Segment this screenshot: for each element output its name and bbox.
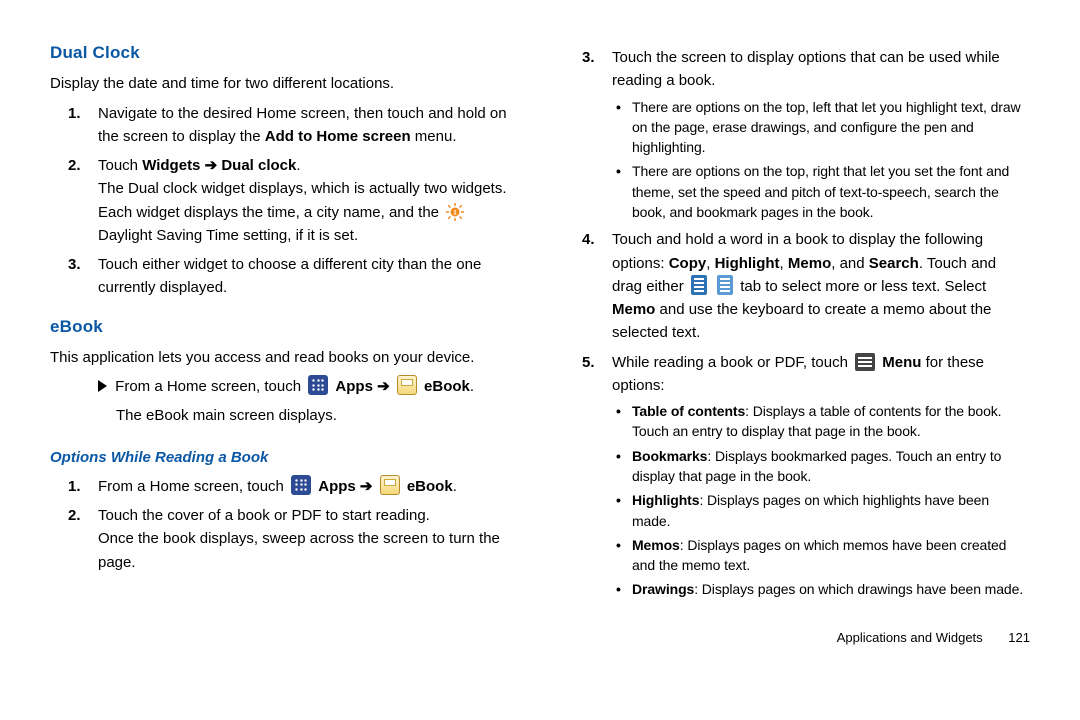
step-body: Once the book displays, sweep across the… <box>98 527 516 574</box>
step-text: Touch and hold a word in a book to displ… <box>612 231 996 341</box>
ebook-launch-body: The eBook main screen displays. <box>98 404 516 427</box>
list-item: 4. Touch and hold a word in a book to di… <box>564 228 1030 344</box>
options-steps: 1. From a Home screen, touch Apps ➔ eBoo… <box>50 475 516 574</box>
triangle-bullet-icon <box>98 380 107 392</box>
step-text: Touch the screen to display options that… <box>612 49 1000 89</box>
step-text: Touch either widget to choose a differen… <box>98 256 481 296</box>
sub-bullets: There are options on the top, left that … <box>612 97 1030 223</box>
menu-icon <box>855 353 875 371</box>
list-item: Table of contents: Displays a table of c… <box>612 401 1030 442</box>
dual-clock-intro: Display the date and time for two differ… <box>50 72 516 95</box>
page: Dual Clock Display the date and time for… <box>50 40 1030 648</box>
right-column: 3. Touch the screen to display options t… <box>564 40 1030 648</box>
dual-clock-steps: 1. Navigate to the desired Home screen, … <box>50 102 516 300</box>
options-steps-cont: 3. Touch the screen to display options t… <box>564 46 1030 600</box>
footer-section: Applications and Widgets <box>837 630 983 645</box>
list-item: There are options on the top, left that … <box>612 97 1030 158</box>
step-text: Navigate to the desired Home screen, the… <box>98 105 507 145</box>
list-item: Memos: Displays pages on which memos hav… <box>612 535 1030 576</box>
ebook-launch-step: From a Home screen, touch Apps ➔ eBook. … <box>50 375 516 428</box>
apps-icon <box>291 475 311 495</box>
ebook-icon <box>397 375 417 395</box>
list-item: Bookmarks: Displays bookmarked pages. To… <box>612 446 1030 487</box>
apps-icon <box>308 375 328 395</box>
step-text: From a Home screen, touch Apps ➔ eBook. <box>98 478 457 495</box>
step-body: The Dual clock widget displays, which is… <box>98 177 516 247</box>
list-item: 5. While reading a book or PDF, touch Me… <box>564 351 1030 600</box>
page-number: 121 <box>1008 630 1030 645</box>
heading-options-reading: Options While Reading a Book <box>50 446 516 469</box>
list-item: 2. Touch Widgets ➔ Dual clock. The Dual … <box>50 154 516 247</box>
list-item: 1. Navigate to the desired Home screen, … <box>50 102 516 149</box>
heading-dual-clock: Dual Clock <box>50 40 516 66</box>
list-item: There are options on the top, right that… <box>612 161 1030 222</box>
list-item: Drawings: Displays pages on which drawin… <box>612 579 1030 599</box>
step-text: While reading a book or PDF, touch Menu … <box>612 354 984 394</box>
ebook-intro: This application lets you access and rea… <box>50 346 516 369</box>
svg-text:1: 1 <box>453 209 457 216</box>
selection-handle-left-icon <box>691 275 707 295</box>
step-text: Touch the cover of a book or PDF to star… <box>98 507 430 524</box>
page-footer: Applications and Widgets 121 <box>564 628 1030 648</box>
heading-ebook: eBook <box>50 314 516 340</box>
step-text: Touch Widgets ➔ Dual clock. <box>98 157 301 174</box>
list-item: 2. Touch the cover of a book or PDF to s… <box>50 504 516 574</box>
left-column: Dual Clock Display the date and time for… <box>50 40 516 648</box>
list-item: 1. From a Home screen, touch Apps ➔ eBoo… <box>50 475 516 498</box>
menu-options: Table of contents: Displays a table of c… <box>612 401 1030 600</box>
selection-handle-right-icon <box>717 275 733 295</box>
list-item: Highlights: Displays pages on which high… <box>612 490 1030 531</box>
ebook-icon <box>380 475 400 495</box>
list-item: 3. Touch either widget to choose a diffe… <box>50 253 516 300</box>
list-item: 3. Touch the screen to display options t… <box>564 46 1030 222</box>
dst-sun-icon: 1 <box>446 203 464 221</box>
